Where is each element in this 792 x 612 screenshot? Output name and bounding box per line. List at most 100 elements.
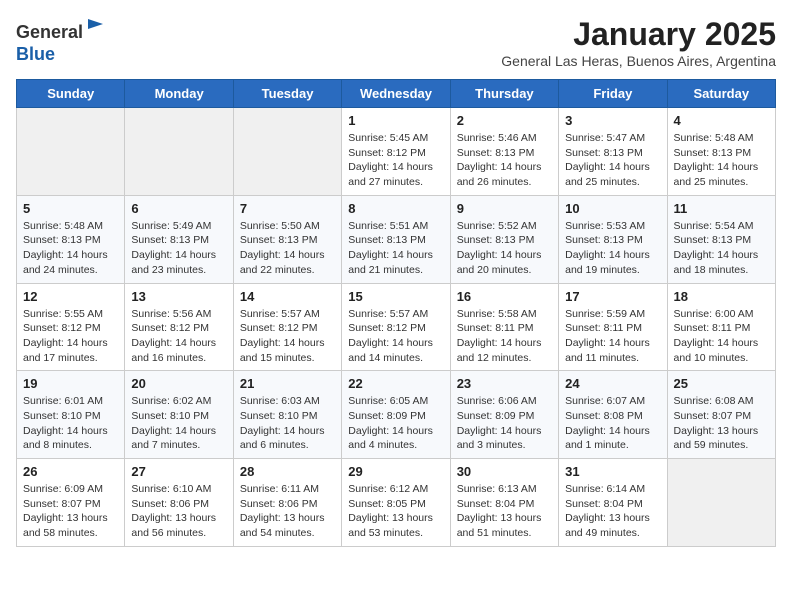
day-number: 30 [457, 464, 552, 479]
day-number: 7 [240, 201, 335, 216]
calendar-week-row: 19 Sunrise: 6:01 AMSunset: 8:10 PMDayligh… [17, 371, 776, 459]
location-subtitle: General Las Heras, Buenos Aires, Argenti… [501, 53, 776, 69]
day-number: 6 [131, 201, 226, 216]
day-info: Sunrise: 6:14 AMSunset: 8:04 PMDaylight:… [565, 482, 660, 541]
calendar-cell: 22 Sunrise: 6:05 AMSunset: 8:09 PMDayligh… [342, 371, 450, 459]
day-info: Sunrise: 6:05 AMSunset: 8:09 PMDaylight:… [348, 394, 443, 453]
calendar-cell: 16 Sunrise: 5:58 AMSunset: 8:11 PMDayligh… [450, 283, 558, 371]
calendar-cell: 21Sunrise: 6:03 AMSunset: 8:10 PMDayligh… [233, 371, 341, 459]
day-number: 16 [457, 289, 552, 304]
calendar-cell: 24 Sunrise: 6:07 AMSunset: 8:08 PMDayligh… [559, 371, 667, 459]
calendar-cell: 11 Sunrise: 5:54 AMSunset: 8:13 PMDayligh… [667, 195, 775, 283]
day-number: 1 [348, 113, 443, 128]
logo-general: General [16, 22, 83, 42]
calendar-week-row: 12 Sunrise: 5:55 AMSunset: 8:12 PMDayligh… [17, 283, 776, 371]
day-info: Sunrise: 6:02 AMSunset: 8:10 PMDaylight:… [131, 394, 226, 453]
day-info: Sunrise: 5:55 AMSunset: 8:12 PMDaylight:… [23, 307, 118, 366]
calendar-cell: 29 Sunrise: 6:12 AMSunset: 8:05 PMDayligh… [342, 459, 450, 547]
day-number: 17 [565, 289, 660, 304]
page-header: General Blue January 2025 General Las He… [16, 16, 776, 69]
day-info: Sunrise: 5:53 AMSunset: 8:13 PMDaylight:… [565, 219, 660, 278]
logo-blue: Blue [16, 44, 55, 64]
day-number: 27 [131, 464, 226, 479]
day-info: Sunrise: 6:01 AMSunset: 8:10 PMDaylight:… [23, 394, 118, 453]
calendar-cell: 17 Sunrise: 5:59 AMSunset: 8:11 PMDayligh… [559, 283, 667, 371]
day-number: 15 [348, 289, 443, 304]
day-info: Sunrise: 5:47 AMSunset: 8:13 PMDaylight:… [565, 131, 660, 190]
calendar-cell: 19 Sunrise: 6:01 AMSunset: 8:10 PMDayligh… [17, 371, 125, 459]
calendar-cell: 8 Sunrise: 5:51 AMSunset: 8:13 PMDaylight… [342, 195, 450, 283]
day-number: 24 [565, 376, 660, 391]
day-number: 2 [457, 113, 552, 128]
column-header-tuesday: Tuesday [233, 80, 341, 108]
day-number: 22 [348, 376, 443, 391]
day-number: 21 [240, 376, 335, 391]
day-number: 3 [565, 113, 660, 128]
title-block: January 2025 General Las Heras, Buenos A… [501, 16, 776, 69]
calendar-week-row: 26 Sunrise: 6:09 AMSunset: 8:07 PMDayligh… [17, 459, 776, 547]
calendar-cell: 4 Sunrise: 5:48 AMSunset: 8:13 PMDaylight… [667, 108, 775, 196]
day-number: 28 [240, 464, 335, 479]
calendar-cell: 5 Sunrise: 5:48 AMSunset: 8:13 PMDaylight… [17, 195, 125, 283]
day-number: 20 [131, 376, 226, 391]
day-number: 8 [348, 201, 443, 216]
day-info: Sunrise: 5:48 AMSunset: 8:13 PMDaylight:… [674, 131, 769, 190]
column-header-friday: Friday [559, 80, 667, 108]
day-number: 9 [457, 201, 552, 216]
calendar-cell: 2 Sunrise: 5:46 AMSunset: 8:13 PMDaylight… [450, 108, 558, 196]
calendar-cell: 14 Sunrise: 5:57 AMSunset: 8:12 PMDayligh… [233, 283, 341, 371]
column-header-saturday: Saturday [667, 80, 775, 108]
day-info: Sunrise: 5:58 AMSunset: 8:11 PMDaylight:… [457, 307, 552, 366]
day-info: Sunrise: 5:48 AMSunset: 8:13 PMDaylight:… [23, 219, 118, 278]
day-number: 14 [240, 289, 335, 304]
calendar-cell: 1 Sunrise: 5:45 AMSunset: 8:12 PMDaylight… [342, 108, 450, 196]
column-header-thursday: Thursday [450, 80, 558, 108]
day-number: 31 [565, 464, 660, 479]
day-info: Sunrise: 5:46 AMSunset: 8:13 PMDaylight:… [457, 131, 552, 190]
calendar-week-row: 1 Sunrise: 5:45 AMSunset: 8:12 PMDaylight… [17, 108, 776, 196]
day-info: Sunrise: 6:10 AMSunset: 8:06 PMDaylight:… [131, 482, 226, 541]
calendar-cell: 3 Sunrise: 5:47 AMSunset: 8:13 PMDaylight… [559, 108, 667, 196]
day-info: Sunrise: 5:57 AMSunset: 8:12 PMDaylight:… [348, 307, 443, 366]
day-number: 4 [674, 113, 769, 128]
day-info: Sunrise: 5:59 AMSunset: 8:11 PMDaylight:… [565, 307, 660, 366]
calendar-cell: 7Sunrise: 5:50 AMSunset: 8:13 PMDaylight… [233, 195, 341, 283]
day-info: Sunrise: 6:06 AMSunset: 8:09 PMDaylight:… [457, 394, 552, 453]
calendar-cell: 23Sunrise: 6:06 AMSunset: 8:09 PMDayligh… [450, 371, 558, 459]
day-info: Sunrise: 6:07 AMSunset: 8:08 PMDaylight:… [565, 394, 660, 453]
day-info: Sunrise: 6:09 AMSunset: 8:07 PMDaylight:… [23, 482, 118, 541]
day-number: 11 [674, 201, 769, 216]
calendar-cell: 25Sunrise: 6:08 AMSunset: 8:07 PMDayligh… [667, 371, 775, 459]
day-number: 19 [23, 376, 118, 391]
day-number: 10 [565, 201, 660, 216]
day-number: 18 [674, 289, 769, 304]
day-info: Sunrise: 5:57 AMSunset: 8:12 PMDaylight:… [240, 307, 335, 366]
calendar-table: SundayMondayTuesdayWednesdayThursdayFrid… [16, 79, 776, 547]
calendar-cell: 30 Sunrise: 6:13 AMSunset: 8:04 PMDayligh… [450, 459, 558, 547]
day-info: Sunrise: 5:51 AMSunset: 8:13 PMDaylight:… [348, 219, 443, 278]
calendar-cell: 13Sunrise: 5:56 AMSunset: 8:12 PMDayligh… [125, 283, 233, 371]
day-number: 26 [23, 464, 118, 479]
day-number: 29 [348, 464, 443, 479]
column-header-sunday: Sunday [17, 80, 125, 108]
calendar-cell: 27 Sunrise: 6:10 AMSunset: 8:06 PMDayligh… [125, 459, 233, 547]
day-info: Sunrise: 6:11 AMSunset: 8:06 PMDaylight:… [240, 482, 335, 541]
day-info: Sunrise: 5:45 AMSunset: 8:12 PMDaylight:… [348, 131, 443, 190]
calendar-cell [17, 108, 125, 196]
calendar-cell: 20 Sunrise: 6:02 AMSunset: 8:10 PMDayligh… [125, 371, 233, 459]
column-header-monday: Monday [125, 80, 233, 108]
calendar-cell: 26 Sunrise: 6:09 AMSunset: 8:07 PMDayligh… [17, 459, 125, 547]
column-header-wednesday: Wednesday [342, 80, 450, 108]
day-info: Sunrise: 6:13 AMSunset: 8:04 PMDaylight:… [457, 482, 552, 541]
logo: General Blue [16, 16, 107, 65]
day-info: Sunrise: 5:54 AMSunset: 8:13 PMDaylight:… [674, 219, 769, 278]
day-info: Sunrise: 5:56 AMSunset: 8:12 PMDaylight:… [131, 307, 226, 366]
day-info: Sunrise: 5:52 AMSunset: 8:13 PMDaylight:… [457, 219, 552, 278]
day-info: Sunrise: 6:08 AMSunset: 8:07 PMDaylight:… [674, 394, 769, 453]
calendar-cell: 31 Sunrise: 6:14 AMSunset: 8:04 PMDayligh… [559, 459, 667, 547]
day-number: 12 [23, 289, 118, 304]
day-number: 5 [23, 201, 118, 216]
calendar-cell: 28 Sunrise: 6:11 AMSunset: 8:06 PMDayligh… [233, 459, 341, 547]
calendar-cell: 15 Sunrise: 5:57 AMSunset: 8:12 PMDayligh… [342, 283, 450, 371]
day-info: Sunrise: 6:12 AMSunset: 8:05 PMDaylight:… [348, 482, 443, 541]
